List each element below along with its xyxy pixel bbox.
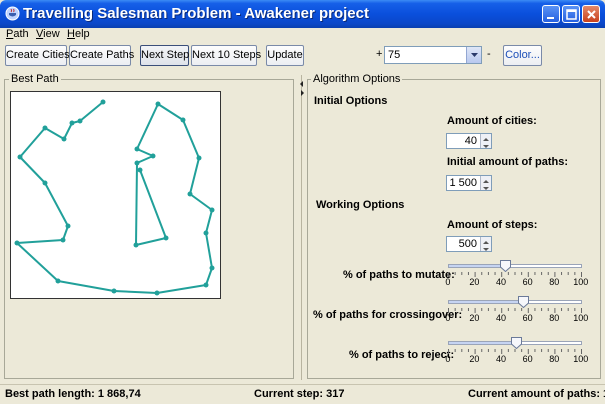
initial-paths-spinner[interactable]: 1 500 — [446, 175, 492, 191]
tick-label: 0 — [445, 313, 451, 323]
reject-slider[interactable]: 0 20 40 60 80 100 — [445, 337, 588, 366]
slider-fill — [449, 301, 523, 303]
city-node — [203, 282, 209, 288]
current-paths-status: Current amount of paths: 1 012 — [468, 388, 605, 400]
tick-label: 80 — [549, 277, 560, 287]
chevron-down-icon — [483, 248, 489, 251]
crossingover-slider[interactable]: 0 20 40 60 80 100 — [445, 296, 588, 325]
chevron-down-icon — [483, 145, 489, 148]
city-node — [133, 242, 139, 248]
amount-cities-value: 40 — [464, 135, 477, 147]
tick-label: 20 — [469, 277, 480, 287]
mutate-label: % of paths to mutate: — [343, 269, 455, 281]
tick-label: 80 — [549, 354, 560, 364]
spin-down-button[interactable] — [481, 183, 491, 190]
city-node — [154, 290, 160, 296]
city-node — [180, 117, 186, 123]
city-node — [155, 101, 161, 107]
spin-down-button[interactable] — [481, 244, 491, 251]
tick-label: 40 — [496, 313, 507, 323]
split-arrows-icon[interactable] — [299, 80, 305, 98]
spinner-buttons — [480, 134, 491, 148]
tick-label: 60 — [522, 313, 533, 323]
best-path-line — [16, 101, 213, 294]
city-node — [209, 207, 215, 213]
spinner-buttons — [480, 237, 491, 251]
slider-thumb[interactable] — [517, 296, 529, 308]
tick-label: 20 — [469, 354, 480, 364]
amount-steps-spinner[interactable]: 500 — [446, 236, 492, 252]
city-node — [65, 223, 71, 229]
tick-label: 40 — [496, 354, 507, 364]
initial-paths-label: Initial amount of paths: — [447, 156, 568, 168]
city-node — [77, 118, 83, 124]
tick-label: 60 — [522, 354, 533, 364]
city-node — [203, 230, 209, 236]
tick-label: 20 — [469, 313, 480, 323]
city-node — [137, 167, 143, 173]
amount-cities-label: Amount of cities: — [447, 115, 537, 127]
city-node — [134, 160, 140, 166]
spin-down-button[interactable] — [481, 141, 491, 148]
city-node — [42, 125, 48, 131]
city-node — [209, 265, 215, 271]
city-node — [134, 146, 140, 152]
city-node — [61, 136, 67, 142]
city-node — [60, 237, 66, 243]
slider-thumb[interactable] — [500, 260, 512, 272]
spin-up-button[interactable] — [481, 134, 491, 141]
tick-label: 60 — [522, 277, 533, 287]
city-node — [111, 288, 117, 294]
slider-tick-labels: 0 20 40 60 80 100 — [445, 354, 590, 366]
spinner-buttons — [480, 176, 491, 190]
tick-label: 0 — [445, 354, 451, 364]
slider-fill — [449, 265, 506, 267]
slider-tick-labels: 0 20 40 60 80 100 — [445, 277, 590, 289]
amount-steps-label: Amount of steps: — [447, 219, 538, 231]
working-options-header: Working Options — [316, 199, 405, 211]
amount-cities-spinner[interactable]: 40 — [446, 133, 492, 149]
spin-up-button[interactable] — [481, 237, 491, 244]
mutate-slider[interactable]: 0 20 40 60 80 100 — [445, 260, 588, 289]
crossingover-label: % of paths for crossingover: — [313, 309, 463, 321]
tick-label: 100 — [573, 313, 589, 323]
spin-up-button[interactable] — [481, 176, 491, 183]
city-node — [187, 191, 193, 197]
divider-line — [301, 75, 302, 380]
city-node — [69, 120, 75, 126]
city-node — [163, 235, 169, 241]
slider-track[interactable] — [448, 300, 582, 304]
tick-label: 0 — [445, 277, 451, 287]
algorithm-options-legend: Algorithm Options — [311, 73, 403, 85]
slider-track[interactable] — [448, 264, 582, 268]
best-length-status: Best path length: 1 868,74 — [5, 388, 141, 400]
reject-label: % of paths to reject: — [349, 349, 455, 361]
city-node — [150, 153, 156, 159]
slider-fill — [449, 342, 517, 344]
city-node — [14, 240, 20, 246]
amount-steps-value: 500 — [458, 238, 477, 250]
initial-options-header: Initial Options — [314, 95, 388, 107]
tick-label: 80 — [549, 313, 560, 323]
tick-label: 100 — [573, 354, 589, 364]
current-step-status: Current step: 317 — [254, 388, 345, 400]
city-node — [55, 278, 61, 284]
initial-paths-value: 1 500 — [449, 177, 477, 189]
chevron-down-icon — [483, 187, 489, 190]
slider-thumb[interactable] — [510, 337, 522, 349]
slider-tick-labels: 0 20 40 60 80 100 — [445, 313, 590, 325]
city-node — [100, 99, 106, 105]
tick-label: 100 — [573, 277, 589, 287]
city-node — [42, 180, 48, 186]
tick-label: 40 — [496, 277, 507, 287]
city-node — [196, 155, 202, 161]
status-bar: Best path length: 1 868,74 Current step:… — [0, 384, 605, 404]
city-node — [17, 154, 23, 160]
